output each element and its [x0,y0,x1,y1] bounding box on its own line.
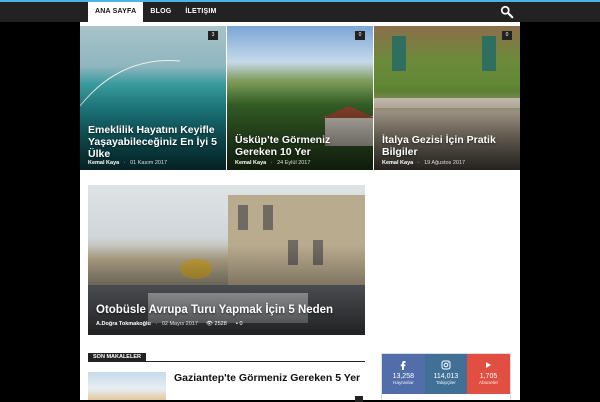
post-author[interactable]: A.Doğra Tokmakoğlu [96,321,151,327]
top-navigation-bar: Ana Sayfa Blog İletişim [0,0,600,22]
post-meta: Kemal Kaya · 01 Kasım 2017 [88,160,168,166]
post-title[interactable]: Emeklilik Hayatını Keyifle Yaşayabileceğ… [88,124,218,160]
instagram-icon [441,360,451,370]
featured-post-1[interactable]: 3 Emeklilik Hayatını Keyifle Yaşayabilec… [80,26,226,170]
featured-post-3[interactable]: 0 İtalya Gezisi İçin Pratik Bilgiler Kem… [374,26,520,170]
article-title[interactable]: Gaziantep'te Görmeniz Gereken 5 Yer [174,372,364,384]
facebook-label: Hayranlar [392,381,414,386]
comment-count-badge[interactable]: 3 [208,31,218,40]
post-date: 02 Mayıs 2017 [161,321,198,327]
comment-icon: ▪ [236,321,238,327]
eye-icon: 👁 [206,321,213,327]
search-icon[interactable] [500,5,514,19]
post-author[interactable]: Kemal Kaya [235,160,266,166]
main-menu: Ana Sayfa Blog İletişim [88,2,224,22]
instagram-count: 114,013 [433,373,459,380]
comment-count-badge[interactable] [355,396,363,402]
facebook-counter[interactable]: 13,258 Hayranlar [382,354,425,394]
post-date: 19 Ağustos 2017 [424,160,466,166]
post-title[interactable]: İtalya Gezisi İçin Pratik Bilgiler [382,134,512,158]
youtube-count: 1,705 [479,373,498,380]
social-counters: 13,258 Hayranlar 114,013 Takipçiler 1,70… [382,354,510,396]
comment-count-badge[interactable]: 0 [502,31,512,40]
youtube-label: Abuneler [478,381,499,386]
instagram-counter[interactable]: 114,013 Takipçiler [424,354,468,394]
comments-count[interactable]: 0 [239,321,242,327]
menu-item-blog[interactable]: Blog [143,2,178,22]
instagram-label: Takipçiler [435,381,456,386]
post-comments: ▪ 0 [236,321,243,327]
views-count: 2528 [214,321,227,327]
post-meta: Kemal Kaya · 24 Eylül 2017 [235,160,311,166]
big-featured-post[interactable]: Otobüsle Avrupa Turu Yapmak İçin 5 Neden… [88,185,365,335]
section-divider [88,361,365,362]
post-date: 24 Eylül 2017 [277,160,311,166]
comment-count-badge[interactable]: 0 [355,31,365,40]
featured-post-2[interactable]: 0 Üsküp'te Görmeniz Gereken 10 Yer Kemal… [227,26,373,170]
post-author[interactable]: Kemal Kaya [382,160,413,166]
post-views: 👁 2528 [206,321,227,327]
post-title[interactable]: Otobüsle Avrupa Turu Yapmak İçin 5 Neden [96,304,357,316]
post-meta: Kemal Kaya · 19 Ağustos 2017 [382,160,466,166]
article-thumbnail[interactable] [88,372,166,400]
youtube-counter[interactable]: 1,705 Abuneler [467,354,510,394]
post-title[interactable]: Üsküp'te Görmeniz Gereken 10 Yer [235,134,365,158]
youtube-icon [486,362,492,368]
main-content: 3 Emeklilik Hayatını Keyifle Yaşayabilec… [80,22,520,402]
post-meta: A.Doğra Tokmakoğlu · 02 Mayıs 2017 [96,321,198,327]
facebook-icon [401,361,406,370]
post-date: 01 Kasım 2017 [130,160,168,166]
post-author[interactable]: Kemal Kaya [88,160,119,166]
facebook-count: 13,258 [392,373,414,380]
menu-item-contact[interactable]: İletişim [178,2,223,22]
menu-item-home[interactable]: Ana Sayfa [88,2,144,22]
